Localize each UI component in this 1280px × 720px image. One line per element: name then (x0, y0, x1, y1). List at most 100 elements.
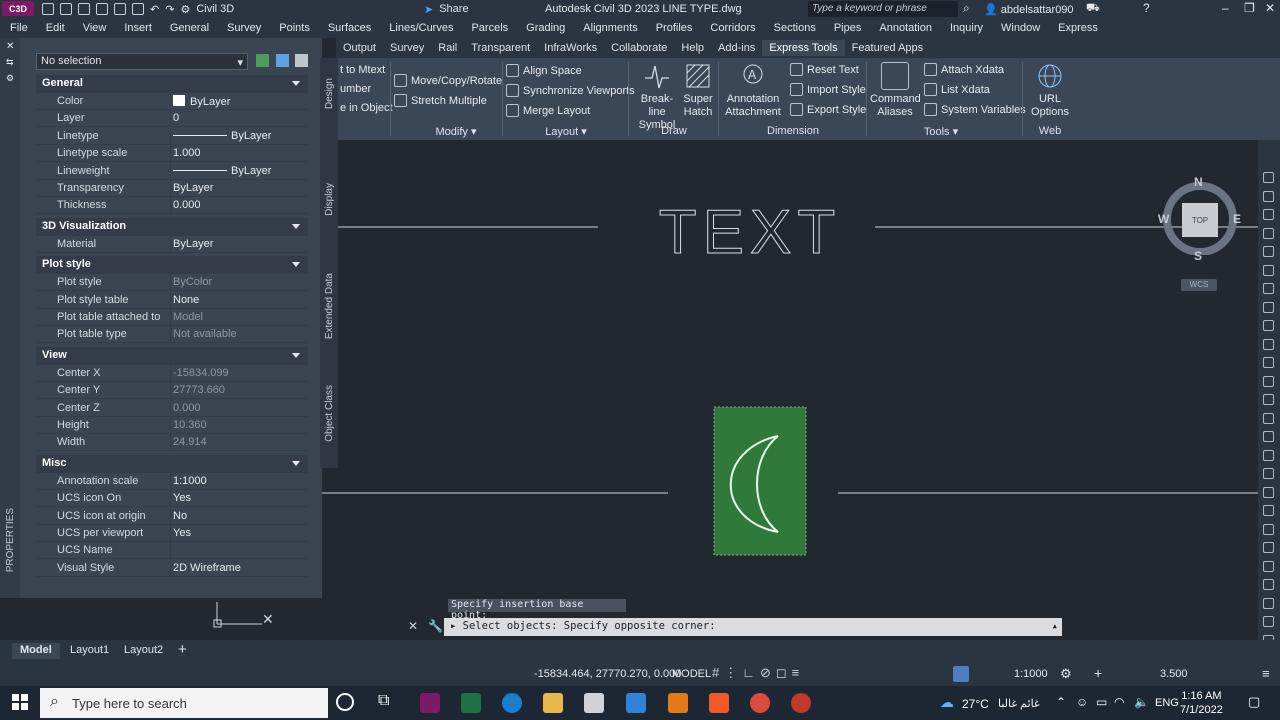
undo-icon[interactable]: ↶ (150, 3, 159, 16)
nav-tool-icon[interactable] (1263, 283, 1274, 294)
tab-display[interactable]: Display (324, 183, 335, 216)
web-save-icon[interactable] (114, 3, 126, 15)
property-row[interactable]: Plot table type Not available (36, 326, 308, 344)
help-icon[interactable]: ? (1143, 1, 1150, 15)
brave-icon[interactable] (709, 693, 729, 713)
menu-lines-curves[interactable]: Lines/Curves (389, 22, 453, 34)
tray-chevron-up-icon[interactable]: ⌃ (1056, 695, 1066, 709)
menu-survey[interactable]: Survey (227, 22, 261, 34)
hatch-region[interactable] (713, 406, 807, 556)
ribbon-tab-add-ins[interactable]: Add-ins (711, 40, 762, 56)
notifications-icon[interactable]: ▢ (1248, 694, 1260, 710)
property-value[interactable]: None (170, 291, 308, 308)
nav-tool-icon[interactable] (1263, 431, 1274, 442)
enclose-in-object-button[interactable]: e in Object (340, 102, 393, 114)
ribbon-tab-featured-apps[interactable]: Featured Apps (845, 40, 931, 56)
nav-tool-icon[interactable] (1263, 338, 1274, 350)
wifi-icon[interactable]: ◠ (1114, 695, 1124, 709)
property-value[interactable] (170, 542, 308, 559)
property-value[interactable]: Yes (170, 490, 308, 507)
url-options-button[interactable]: URL Options (1030, 62, 1070, 119)
nav-tool-icon[interactable] (1263, 227, 1274, 239)
menu-points[interactable]: Points (279, 22, 310, 34)
merge-layout-button[interactable]: Merge Layout (506, 104, 635, 117)
property-value[interactable]: 0 (170, 110, 308, 127)
workspace-switch-icon[interactable]: ⚙ (1060, 666, 1072, 682)
group-view[interactable]: View (36, 346, 308, 365)
synchronize-viewports-button[interactable]: Synchronize Viewports (506, 84, 635, 97)
tray-app-icon[interactable]: ☺ (1076, 695, 1088, 709)
property-row[interactable]: Annotation scale 1:1000 (36, 472, 308, 490)
palette-close-icon[interactable]: ✕ (6, 41, 14, 52)
volume-icon[interactable]: 🔈 (1134, 695, 1149, 709)
share-button[interactable]: ➤ Share (424, 1, 469, 17)
command-aliases-button[interactable]: Command Aliases (870, 62, 921, 119)
palette-settings-icon[interactable]: ⚙ (6, 73, 14, 84)
clock[interactable]: 1:16 AM 7/1/2022 (1180, 689, 1223, 717)
nav-tool-icon[interactable] (1263, 616, 1274, 627)
help-search-input[interactable]: Type a keyword or phrase (808, 1, 958, 17)
menu-grading[interactable]: Grading (526, 22, 565, 34)
weather-temp[interactable]: 27°C (962, 697, 989, 711)
menu-insert[interactable]: Insert (124, 22, 152, 34)
group-plot-style[interactable]: Plot style (36, 256, 308, 275)
ribbon-tab-survey[interactable]: Survey (383, 40, 431, 56)
model-space-toggle[interactable]: MODEL (672, 668, 711, 680)
property-row[interactable]: Color ByLayer (36, 93, 308, 110)
property-row[interactable]: Plot style ByColor (36, 274, 308, 292)
menu-annotation[interactable]: Annotation (879, 22, 932, 34)
task-view-icon[interactable]: ⧉ (378, 692, 389, 710)
edge-taskbar-icon[interactable] (502, 693, 522, 713)
menu-alignments[interactable]: Alignments (583, 22, 637, 34)
property-value[interactable]: No (170, 507, 308, 524)
annotation-visibility-icon[interactable] (953, 666, 969, 682)
group-misc[interactable]: Misc (36, 454, 308, 473)
compass-east[interactable]: E (1233, 212, 1241, 226)
save-icon[interactable] (78, 3, 90, 15)
align-space-button[interactable]: Align Space (506, 64, 635, 77)
grid-icon[interactable]: # (712, 665, 724, 680)
tab-layout2[interactable]: Layout2 (116, 643, 171, 659)
nav-tool-icon[interactable] (1263, 357, 1274, 368)
viewcube-top-face[interactable]: TOP (1182, 203, 1218, 237)
nav-tool-icon[interactable] (1263, 449, 1274, 461)
property-row[interactable]: Lineweight ByLayer (36, 162, 308, 180)
annotation-scale-select[interactable]: 1:1000 (1014, 668, 1048, 680)
nav-tool-icon[interactable] (1263, 264, 1274, 276)
group-general[interactable]: General (36, 75, 308, 93)
layout-panel-label[interactable]: Layout ▾ (526, 125, 606, 138)
language-indicator[interactable]: ENG (1155, 697, 1179, 709)
nav-tool-icon[interactable] (1263, 209, 1274, 220)
tab-model[interactable]: Model (12, 643, 60, 659)
property-row[interactable]: UCS icon at origin No (36, 507, 308, 525)
menu-surfaces[interactable]: Surfaces (328, 22, 371, 34)
compass-south[interactable]: S (1194, 249, 1202, 263)
property-value[interactable]: Yes (170, 525, 308, 541)
select-objects-icon[interactable] (276, 54, 289, 67)
menu-profiles[interactable]: Profiles (656, 22, 693, 34)
property-row[interactable]: Thickness 0.000 (36, 197, 308, 215)
tab-design[interactable]: Design (324, 78, 335, 109)
nav-tool-icon[interactable] (1263, 597, 1274, 609)
nav-tool-icon[interactable] (1263, 375, 1274, 387)
modify-panel-label[interactable]: Modify ▾ (416, 125, 496, 138)
command-history-toggle-icon[interactable]: ▴ (1052, 620, 1058, 632)
annotation-attachment-button[interactable]: A Annotation Attachment (724, 62, 782, 119)
polar-icon[interactable]: ⊘ (760, 665, 776, 680)
ribbon-tab-collaborate[interactable]: Collaborate (604, 40, 674, 56)
search-icon[interactable]: ⌕ (963, 1, 970, 16)
status-value[interactable]: 3.500 (1160, 668, 1188, 680)
command-customize-icon[interactable]: 🔧 (428, 619, 443, 633)
property-row[interactable]: UCS per viewport Yes (36, 525, 308, 542)
workspace-select[interactable]: Civil 3D (196, 3, 234, 15)
break-line-symbol-button[interactable]: Break-line Symbol (634, 62, 680, 132)
nav-tool-icon[interactable] (1263, 542, 1274, 553)
compass-north[interactable]: N (1194, 175, 1203, 189)
toggle-pickadd-icon[interactable] (256, 54, 269, 67)
ribbon-tab-infraworks[interactable]: InfraWorks (537, 40, 604, 56)
ribbon-tab-output[interactable]: Output (336, 40, 383, 56)
menu-pipes[interactable]: Pipes (834, 22, 862, 34)
viewcube[interactable]: TOP N S W E (1158, 175, 1241, 263)
snap-icon[interactable]: ⋮ (724, 665, 742, 680)
coordinates-readout[interactable]: -15834.464, 27770.270, 0.000 (534, 668, 681, 680)
